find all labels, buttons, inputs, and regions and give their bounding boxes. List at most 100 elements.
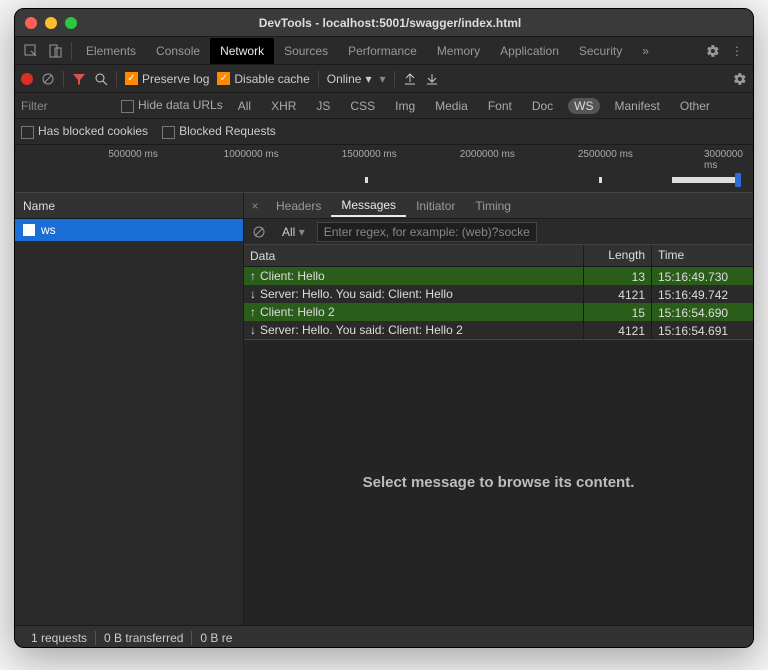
tab-headers[interactable]: Headers [266, 194, 331, 218]
close-icon[interactable] [25, 17, 37, 29]
tab-timing[interactable]: Timing [465, 194, 521, 218]
col-data[interactable]: Data [244, 245, 583, 266]
has-blocked-cookies-checkbox[interactable]: Has blocked cookies [21, 124, 148, 138]
tab-performance[interactable]: Performance [338, 38, 427, 64]
timeline[interactable]: 500000 ms 1000000 ms 1500000 ms 2000000 … [15, 145, 753, 193]
status-resources: 0 B re [192, 631, 240, 645]
filter-icon[interactable] [72, 72, 86, 86]
name-header[interactable]: Name [15, 193, 243, 219]
message-data: Server: Hello. You said: Client: Hello [260, 287, 453, 301]
status-transferred: 0 B transferred [96, 631, 192, 645]
timeline-tick: 500000 ms [108, 149, 157, 160]
search-icon[interactable] [94, 72, 108, 86]
message-data: Server: Hello. You said: Client: Hello 2 [260, 323, 463, 337]
more-tabs-icon[interactable]: » [632, 38, 659, 64]
filter-media[interactable]: Media [430, 97, 473, 115]
arrow-down-icon: ↓ [250, 323, 256, 337]
tab-console[interactable]: Console [146, 38, 210, 64]
message-data: Client: Hello 2 [260, 305, 335, 319]
tab-messages[interactable]: Messages [331, 193, 406, 219]
col-length[interactable]: Length [583, 245, 651, 266]
filter-css[interactable]: CSS [345, 97, 380, 115]
timeline-tick: 1000000 ms [224, 149, 279, 160]
kebab-icon[interactable]: ⋮ [725, 39, 749, 63]
status-bar: 1 requests 0 B transferred 0 B re [15, 625, 753, 648]
filter-bar: Filter Hide data URLs All XHR JS CSS Img… [15, 93, 753, 119]
filter-all-select[interactable]: All ▾ [274, 223, 313, 241]
arrow-up-icon: ↑ [250, 269, 256, 283]
filter-js[interactable]: JS [311, 97, 335, 115]
name-column: Name ws [15, 193, 244, 625]
filter-other[interactable]: Other [675, 97, 715, 115]
tab-sources[interactable]: Sources [274, 38, 338, 64]
table-row[interactable]: ↓ Server: Hello. You said: Client: Hello… [244, 321, 753, 339]
table-row[interactable]: ↓ Server: Hello. You said: Client: Hello… [244, 285, 753, 303]
message-filter: All ▾ [244, 219, 753, 245]
download-icon[interactable] [425, 72, 439, 86]
filter-img[interactable]: Img [390, 97, 420, 115]
file-icon [23, 224, 35, 236]
divider [318, 71, 319, 87]
preserve-log-checkbox[interactable]: ✓Preserve log [125, 72, 209, 86]
tab-elements[interactable]: Elements [76, 38, 146, 64]
table-row[interactable]: ↑ Client: Hello 21515:16:54.690 [244, 303, 753, 321]
upload-icon[interactable] [403, 72, 417, 86]
table-row[interactable]: ↑ Client: Hello1315:16:49.730 [244, 267, 753, 285]
timeline-bar [672, 177, 738, 183]
filter-ws[interactable]: WS [568, 98, 599, 114]
status-requests: 1 requests [23, 631, 96, 645]
timeline-tick: 3000000 ms [704, 149, 743, 171]
arrow-down-icon: ↓ [250, 287, 256, 301]
gear-icon[interactable] [733, 72, 747, 86]
device-icon[interactable] [43, 39, 67, 63]
divider [116, 71, 117, 87]
filter-input[interactable]: Filter [21, 99, 111, 113]
message-data: Client: Hello [260, 269, 325, 283]
timeline-tick: 1500000 ms [342, 149, 397, 160]
hide-data-urls-checkbox[interactable]: Hide data URLs [121, 98, 223, 112]
filter-manifest[interactable]: Manifest [610, 97, 665, 115]
check-line: Has blocked cookies Blocked Requests [15, 119, 753, 145]
request-name: ws [41, 223, 56, 237]
detail-tabs: × Headers Messages Initiator Timing [244, 193, 753, 219]
message-length: 4121 [583, 321, 651, 339]
message-time: 15:16:49.730 [651, 267, 753, 285]
chevron-down-icon[interactable]: ▾ [379, 72, 385, 86]
clear-icon[interactable] [41, 72, 55, 86]
filter-doc[interactable]: Doc [527, 97, 558, 115]
tab-application[interactable]: Application [490, 38, 569, 64]
timeline-handle[interactable] [735, 173, 741, 187]
timeline-bar [365, 177, 368, 183]
disable-cache-label: Disable cache [234, 72, 309, 86]
table-body: ↑ Client: Hello1315:16:49.730↓ Server: H… [244, 267, 753, 339]
inspect-icon[interactable] [19, 39, 43, 63]
tab-initiator[interactable]: Initiator [406, 194, 465, 218]
message-time: 15:16:49.742 [651, 285, 753, 303]
throttle-select[interactable]: Online▾ [327, 72, 372, 86]
record-icon[interactable] [21, 73, 33, 85]
main-tabs: Elements Console Network Sources Perform… [15, 37, 753, 65]
gear-icon[interactable] [701, 39, 725, 63]
message-length: 15 [583, 303, 651, 321]
close-icon[interactable]: × [244, 199, 266, 213]
tab-memory[interactable]: Memory [427, 38, 490, 64]
tab-security[interactable]: Security [569, 38, 632, 64]
main-pane: Name ws × Headers Messages Initiator Tim… [15, 193, 753, 625]
timeline-tick: 2000000 ms [460, 149, 515, 160]
timeline-bar [599, 177, 602, 183]
blocked-requests-checkbox[interactable]: Blocked Requests [162, 124, 276, 138]
network-toolbar: ✓Preserve log ✓Disable cache Online▾ ▾ [15, 65, 753, 93]
table-header: Data Length Time [244, 245, 753, 267]
filter-xhr[interactable]: XHR [266, 97, 301, 115]
disable-cache-checkbox[interactable]: ✓Disable cache [217, 72, 309, 86]
tab-network[interactable]: Network [210, 38, 274, 64]
clear-icon[interactable] [248, 225, 270, 239]
message-time: 15:16:54.690 [651, 303, 753, 321]
regex-input[interactable] [317, 222, 537, 242]
request-ws[interactable]: ws [15, 219, 243, 241]
divider [71, 42, 72, 60]
devtools-window: DevTools - localhost:5001/swagger/index.… [14, 8, 754, 648]
col-time[interactable]: Time [651, 245, 753, 266]
filter-all[interactable]: All [233, 97, 256, 115]
filter-font[interactable]: Font [483, 97, 517, 115]
